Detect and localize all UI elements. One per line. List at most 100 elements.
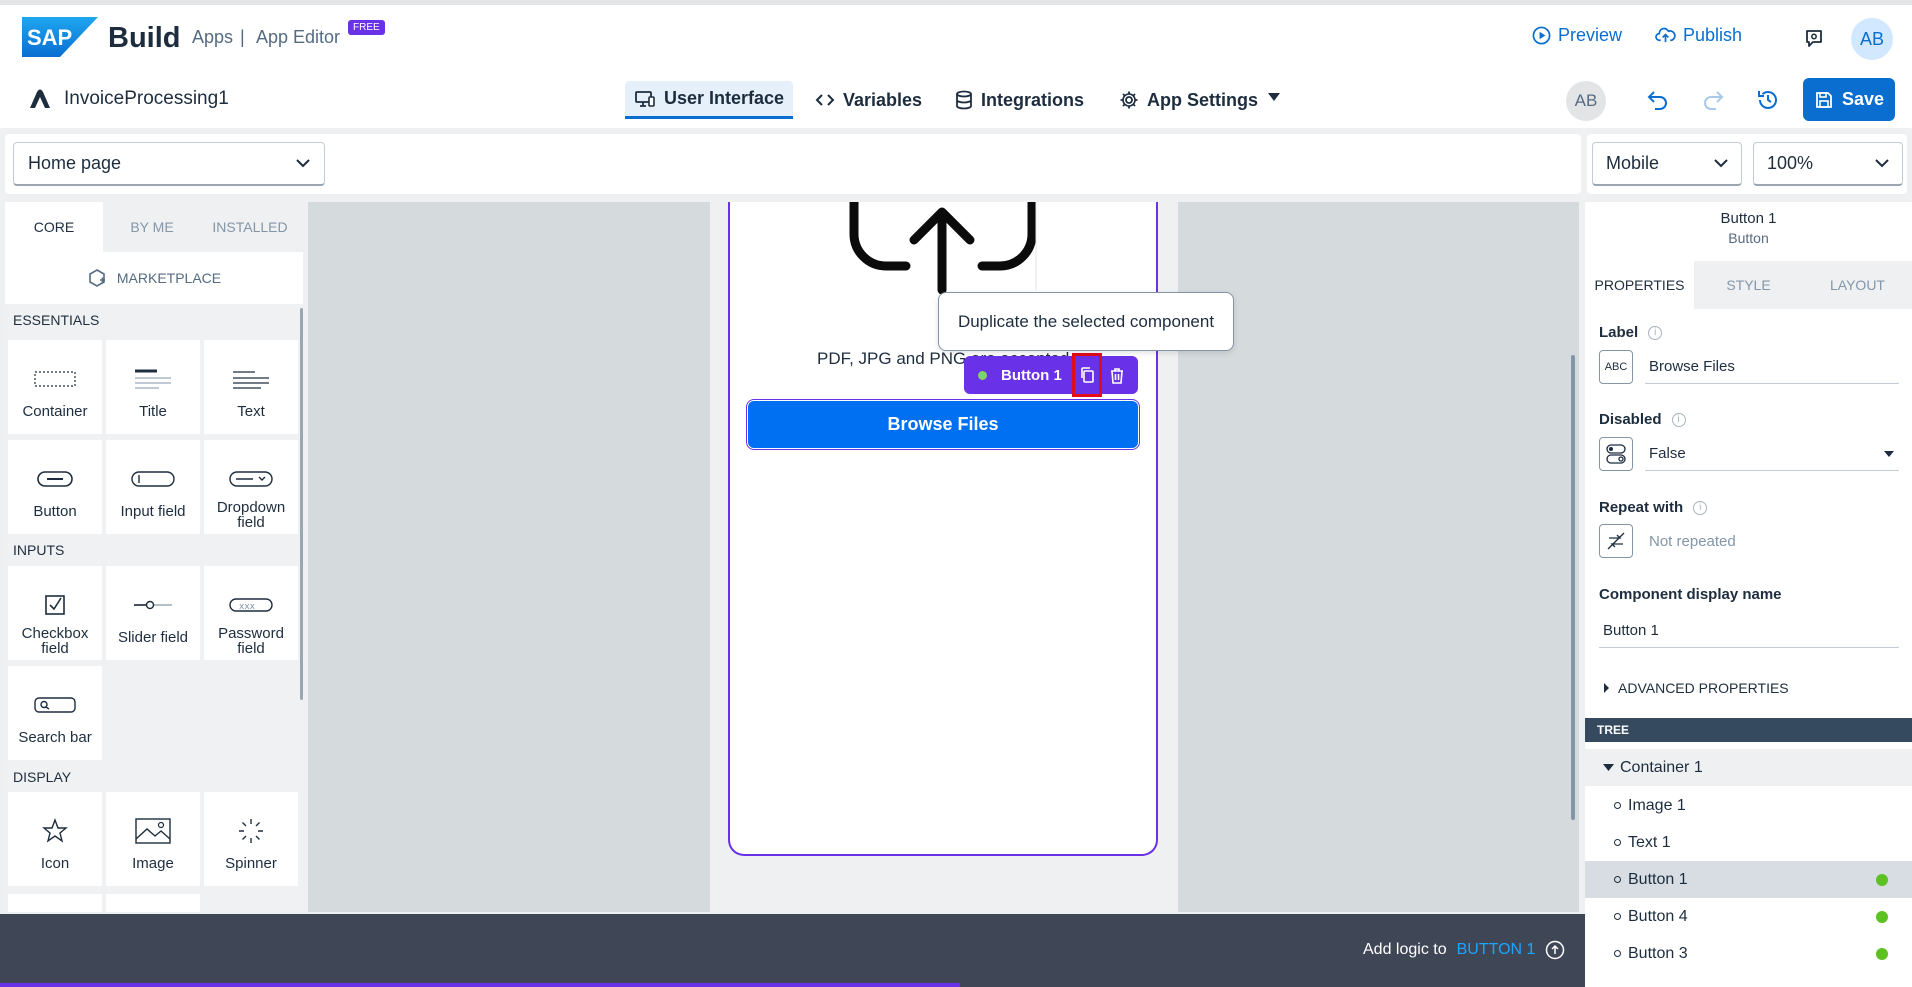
- password-field-icon: xxx: [229, 598, 273, 612]
- tile-more[interactable]: [106, 894, 200, 912]
- page-select[interactable]: Home page: [13, 142, 325, 186]
- tab-integrations[interactable]: Integrations: [946, 81, 1093, 119]
- cloud-upload-icon[interactable]: [846, 202, 1042, 294]
- disabled-select[interactable]: False: [1645, 437, 1899, 471]
- tile-image[interactable]: Image: [106, 792, 200, 886]
- library-scrollbar[interactable]: [300, 308, 303, 700]
- search-bar-icon: [34, 697, 76, 713]
- play-circle-icon: [1532, 26, 1551, 45]
- app-editor-label: App Editor: [256, 27, 341, 47]
- tile-spinner[interactable]: Spinner: [204, 792, 298, 886]
- apps-link[interactable]: Apps: [192, 27, 233, 48]
- tree-item-text-1[interactable]: Text 1: [1585, 824, 1912, 861]
- canvas-scrollbar[interactable]: [1571, 355, 1575, 820]
- label-input[interactable]: Browse Files: [1645, 350, 1899, 384]
- browse-files-button[interactable]: Browse Files: [746, 399, 1140, 450]
- preview-label: Preview: [1558, 25, 1623, 45]
- tree-item-container-1[interactable]: Container 1: [1585, 749, 1912, 786]
- tree-item-label: Container 1: [1620, 758, 1703, 776]
- toggle-binding-icon[interactable]: [1599, 437, 1633, 471]
- tile-button[interactable]: Button: [8, 440, 102, 534]
- user-avatar[interactable]: AB: [1851, 18, 1893, 60]
- selected-component-type: Button: [1728, 230, 1769, 246]
- device-select[interactable]: Mobile: [1592, 142, 1742, 186]
- chevron-down-icon: [1714, 159, 1728, 168]
- redo-icon[interactable]: [1701, 89, 1725, 111]
- tab-layout[interactable]: LAYOUT: [1803, 261, 1912, 309]
- tree-item-button-3[interactable]: Button 3: [1585, 935, 1912, 972]
- tree-item-image-1[interactable]: Image 1: [1585, 787, 1912, 824]
- marketplace-link[interactable]: MARKETPLACE: [5, 252, 303, 304]
- tile-label: Icon: [40, 855, 70, 872]
- label-property-title: Label i: [1599, 324, 1663, 341]
- tile-more[interactable]: [8, 894, 102, 912]
- tile-title[interactable]: Title: [106, 340, 200, 434]
- history-icon[interactable]: [1756, 88, 1780, 112]
- tile-dropdown-field[interactable]: Dropdown field: [204, 440, 298, 534]
- status-dot: [1876, 910, 1888, 923]
- tile-icon[interactable]: Icon: [8, 792, 102, 886]
- tab-installed[interactable]: INSTALLED: [201, 202, 299, 252]
- project-name: InvoiceProcessing1: [64, 88, 229, 109]
- caret-down-icon[interactable]: [1268, 93, 1280, 101]
- chevron-down-icon: [296, 159, 310, 168]
- tab-user-interface[interactable]: User Interface: [625, 81, 794, 119]
- tab-by-me[interactable]: BY ME: [103, 202, 201, 252]
- zoom-select[interactable]: 100%: [1753, 142, 1903, 186]
- tab-properties[interactable]: PROPERTIES: [1585, 261, 1694, 309]
- preview-button[interactable]: Preview: [1532, 25, 1622, 46]
- duplicate-button[interactable]: [1072, 353, 1102, 397]
- collaborator-avatar[interactable]: AB: [1566, 81, 1606, 121]
- marketplace-icon: [89, 269, 105, 287]
- status-dot: [978, 370, 987, 380]
- tile-slider-field[interactable]: Slider field: [106, 566, 200, 660]
- repeat-value[interactable]: Not repeated: [1645, 524, 1899, 558]
- tile-label: Search bar: [18, 729, 92, 746]
- tab-core[interactable]: CORE: [5, 202, 103, 252]
- text-binding-icon[interactable]: ABC: [1599, 350, 1633, 384]
- title-icon: [135, 369, 171, 389]
- repeat-binding-icon[interactable]: [1599, 524, 1633, 558]
- container-icon: [34, 371, 76, 387]
- status-dot: [1876, 947, 1888, 960]
- tile-input-field[interactable]: Input field: [106, 440, 200, 534]
- info-icon[interactable]: i: [1648, 325, 1663, 340]
- tab-style[interactable]: STYLE: [1694, 261, 1803, 309]
- caret-right-icon: [1604, 683, 1609, 693]
- tile-label: Container: [22, 403, 88, 420]
- tile-checkbox-field[interactable]: Checkbox field: [8, 566, 102, 660]
- save-label: Save: [1841, 89, 1885, 109]
- repeat-property-title: Repeat with i: [1599, 499, 1708, 516]
- tree-item-label: Button 3: [1628, 944, 1688, 962]
- undo-icon[interactable]: [1646, 89, 1670, 111]
- tree-item-button-1[interactable]: Button 1: [1585, 861, 1912, 898]
- database-icon: [956, 90, 972, 110]
- no-repeat-icon: [1607, 532, 1625, 550]
- code-icon: [815, 94, 835, 106]
- info-icon[interactable]: i: [1693, 500, 1708, 515]
- tree-item-label: Button 1: [1628, 870, 1688, 888]
- display-name-input[interactable]: Button 1: [1599, 614, 1899, 648]
- feedback-icon[interactable]: [1803, 27, 1825, 49]
- tile-text[interactable]: Text: [204, 340, 298, 434]
- logic-bar: [0, 914, 1585, 987]
- save-button[interactable]: Save: [1803, 78, 1895, 121]
- tile-container[interactable]: Container: [8, 340, 102, 434]
- tab-integrations-label: Integrations: [981, 89, 1085, 110]
- marketplace-label: MARKETPLACE: [116, 270, 222, 286]
- tab-variables[interactable]: Variables: [806, 81, 931, 119]
- tile-label: Button: [33, 503, 77, 520]
- tree-item-button-4[interactable]: Button 4: [1585, 898, 1912, 935]
- tab-app-settings[interactable]: App Settings: [1110, 81, 1267, 119]
- tile-search-bar[interactable]: Search bar: [8, 666, 102, 760]
- trash-icon[interactable]: [1106, 365, 1128, 387]
- advanced-properties-label: ADVANCED PROPERTIES: [1618, 680, 1789, 696]
- advanced-properties-toggle[interactable]: ADVANCED PROPERTIES: [1603, 680, 1789, 696]
- add-logic-button[interactable]: Add logic to BUTTON 1: [1363, 940, 1565, 960]
- sap-logo[interactable]: SAP: [22, 17, 98, 57]
- tile-password-field[interactable]: xxx Password field: [204, 566, 298, 660]
- gear-icon: [1120, 91, 1138, 109]
- publish-button[interactable]: Publish: [1655, 25, 1742, 46]
- add-logic-label: Add logic to: [1363, 941, 1447, 958]
- info-icon[interactable]: i: [1671, 412, 1686, 427]
